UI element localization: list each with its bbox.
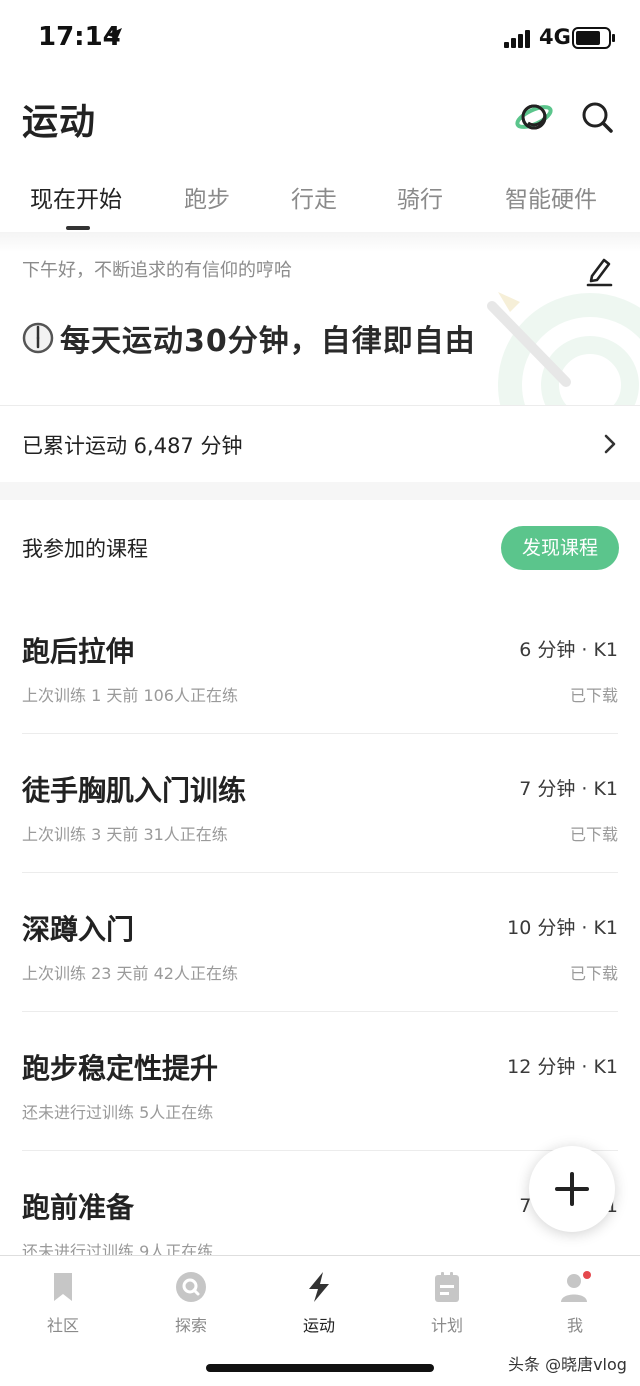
total-exercise-row[interactable]: 已累计运动 6,487 分钟: [0, 406, 640, 482]
course-subtext: 还未进行过训练 9人正在练: [22, 1242, 214, 1255]
add-button[interactable]: [529, 1146, 615, 1232]
course-name: 徒手胸肌入门训练: [22, 774, 247, 807]
tab-walking[interactable]: 行走: [291, 180, 337, 214]
battery-icon: [572, 27, 615, 49]
nav-me[interactable]: 我: [525, 1270, 625, 1336]
course-status: 已下载: [569, 686, 618, 705]
course-name: 跑后拉伸: [22, 635, 135, 668]
course-name: 跑步稳定性提升: [22, 1052, 219, 1085]
nav-community[interactable]: 社区: [13, 1270, 113, 1336]
course-status: 已下载: [569, 825, 618, 844]
nav-plan[interactable]: 计划: [397, 1270, 497, 1336]
bookmark-icon: [54, 1273, 72, 1301]
search-icon[interactable]: [578, 98, 616, 136]
home-indicator: [206, 1364, 434, 1372]
course-subtext: 上次训练 23 天前 42人正在练: [22, 964, 238, 983]
person-icon: [561, 1271, 591, 1302]
nav-label: 社区: [46, 1316, 79, 1335]
tab-start-now[interactable]: 现在开始: [30, 180, 122, 214]
course-item[interactable]: 徒手胸肌入门训练 7 分钟 · K1 上次训练 3 天前 31人正在练 已下载: [0, 769, 640, 908]
signal-icon: [504, 30, 530, 48]
nav-sports[interactable]: 运动: [269, 1270, 369, 1336]
tab-running[interactable]: 跑步: [184, 180, 230, 214]
section-gap: [0, 482, 640, 500]
greeting-text: 下午好，不断追求的有信仰的哼哈: [22, 260, 292, 281]
divider: [22, 1011, 618, 1012]
tab-indicator: [66, 226, 90, 230]
course-meta: 12 分钟 · K1: [507, 1056, 618, 1078]
course-subtext: 上次训练 3 天前 31人正在练: [22, 825, 228, 844]
course-meta: 10 分钟 · K1: [507, 917, 618, 939]
course-status: 已下载: [569, 964, 618, 983]
course-subtext: 上次训练 1 天前 106人正在练: [22, 686, 238, 705]
notification-dot: [583, 1271, 591, 1279]
tab-cycling[interactable]: 骑行: [397, 180, 443, 214]
discover-courses-button[interactable]: 发现课程: [501, 526, 619, 570]
location-arrow-icon: [106, 28, 122, 44]
page-title: 运动: [22, 102, 97, 143]
total-exercise-text: 已累计运动 6,487 分钟: [22, 434, 243, 458]
plus-icon: [555, 1172, 589, 1206]
tab-smart-hardware[interactable]: 智能硬件: [505, 180, 597, 214]
course-meta: 6 分钟 · K1: [519, 639, 618, 661]
clock-emoji-icon: [22, 322, 54, 354]
nav-explore[interactable]: 探索: [141, 1270, 241, 1336]
course-meta: 7 分钟 · K1: [519, 778, 618, 800]
watermark: 头条 @晓唐vlog: [508, 1355, 627, 1374]
course-subtext: 还未进行过训练 5人正在练: [22, 1103, 214, 1122]
explore-icon: [176, 1272, 206, 1302]
calendar-icon: [435, 1272, 459, 1302]
lightning-icon: [309, 1272, 329, 1302]
chevron-right-icon: [604, 434, 616, 454]
motto-text: 每天运动30分钟，自律即自由: [60, 324, 476, 359]
planet-icon[interactable]: [514, 96, 554, 136]
nav-label: 计划: [430, 1316, 463, 1335]
course-item[interactable]: 跑后拉伸 6 分钟 · K1 上次训练 1 天前 106人正在练 已下载: [0, 630, 640, 769]
divider: [22, 733, 618, 734]
section-title: 我参加的课程: [22, 537, 148, 561]
nav-label: 运动: [302, 1316, 335, 1335]
nav-label: 我: [566, 1316, 583, 1335]
target-arrow-icon: [487, 292, 640, 406]
divider: [22, 872, 618, 873]
course-name: 跑前准备: [22, 1191, 135, 1224]
edit-icon[interactable]: [584, 254, 614, 288]
nav-label: 探索: [174, 1316, 207, 1335]
network-type: 4G: [539, 25, 571, 49]
course-name: 深蹲入门: [22, 913, 135, 946]
motto-row[interactable]: 每天运动30分钟，自律即自由: [22, 316, 476, 360]
course-item[interactable]: 深蹲入门 10 分钟 · K1 上次训练 23 天前 42人正在练 已下载: [0, 908, 640, 1047]
